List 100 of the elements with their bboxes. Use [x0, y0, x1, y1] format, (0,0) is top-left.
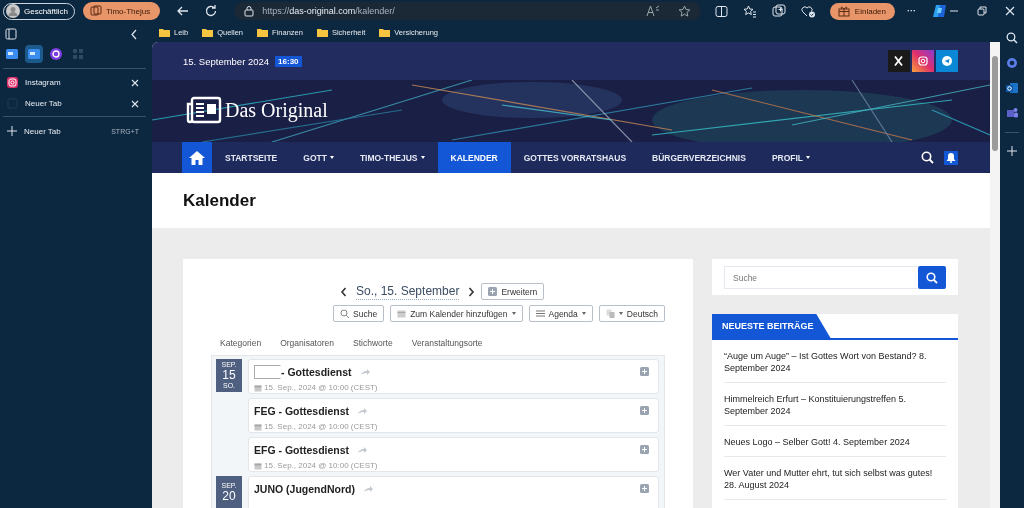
event-title[interactable]: EFG - Gottesdienst	[254, 443, 350, 456]
app-icon	[27, 46, 41, 61]
event-card[interactable]: EFG - Gottesdienst 15. Sep., 2024 @ 10:00 (CEST)	[248, 437, 659, 472]
event-card[interactable]: JUNO (JugendNord)	[248, 476, 659, 508]
url-text: https://das-original.com/kalender/	[262, 6, 395, 16]
event-card[interactable]: FEG - Gottesdienst 15. Sep., 2024 @ 10:00 (CEST)	[248, 398, 659, 433]
instagram-link[interactable]	[912, 50, 934, 72]
instagram-icon	[916, 54, 930, 68]
more-button[interactable]: ···	[905, 6, 918, 16]
event-time: 15. Sep., 2024 @ 10:00 (CEST)	[264, 422, 378, 431]
instagram-icon	[7, 77, 18, 88]
grid-icon	[71, 46, 85, 61]
folder-icon	[202, 27, 214, 37]
search-icon[interactable]	[1006, 32, 1018, 44]
add-icon[interactable]	[1007, 146, 1017, 156]
nav-item[interactable]: PROFIL	[758, 142, 824, 173]
post-entry[interactable]: Wer Vater und Mutter ehrt, tut sich selbst was gutes! 28. August 2024	[724, 457, 946, 500]
event-card[interactable]: - Gottesdienst 15. Sep., 2024 @ 10:00 (CEST)	[248, 359, 659, 394]
event-title[interactable]: - Gottesdienst	[281, 365, 352, 378]
time-badge: 16:30	[275, 55, 302, 67]
notifications-button[interactable]	[944, 150, 958, 165]
collapse-icon[interactable]	[130, 28, 138, 40]
folder-icon	[379, 27, 391, 37]
newspaper-icon	[186, 96, 222, 124]
search-button[interactable]	[918, 266, 946, 289]
filter-tab[interactable]: Stichworte	[353, 338, 393, 348]
folder-icon	[159, 27, 170, 37]
current-date[interactable]: So., 15. September	[356, 283, 460, 300]
previous-icon[interactable]	[340, 286, 347, 297]
heart-icon[interactable]	[800, 4, 816, 18]
expand-button[interactable]: Erweitern	[481, 283, 545, 300]
nav-item[interactable]: STARTSEITE	[212, 142, 291, 173]
vertical-tab[interactable]: Instagram	[0, 72, 152, 93]
search-field[interactable]: Suche	[724, 266, 918, 289]
lock-icon	[244, 5, 255, 17]
nav-item[interactable]: BÜRGERVERZEICHNIS	[639, 142, 759, 173]
copilot-icon[interactable]	[932, 4, 948, 18]
address-bar[interactable]: https://das-original.com/kalender/	[234, 2, 701, 20]
calendar-button[interactable]: Zum Kalender hinzufügen	[390, 305, 523, 322]
read-aloud-icon[interactable]	[645, 5, 660, 17]
vertical-tab[interactable]: Neuer Tab	[0, 93, 152, 114]
event-title[interactable]: FEG - Gottesdienst	[254, 404, 350, 417]
avatar-icon	[6, 4, 20, 18]
filter-tab[interactable]: Kategorien	[220, 338, 262, 348]
bell-icon	[946, 152, 956, 163]
nav-item[interactable]: TIMO-THEJUS	[346, 142, 438, 173]
favorites-icon[interactable]	[742, 4, 757, 18]
scroll-thumb[interactable]	[992, 56, 998, 151]
search-icon	[340, 309, 350, 318]
teams-icon[interactable]	[1006, 107, 1018, 119]
language-button[interactable]: Deutsch	[598, 305, 665, 322]
next-icon[interactable]	[468, 286, 476, 297]
split-screen-icon[interactable]	[714, 4, 728, 18]
star-icon[interactable]	[677, 4, 691, 18]
gift-icon	[837, 5, 850, 17]
page-title: Kalender	[183, 190, 256, 211]
home-button[interactable]	[182, 142, 212, 173]
folder-icon	[316, 27, 328, 37]
outlook-icon[interactable]	[1006, 82, 1018, 94]
folder-icon	[257, 27, 269, 37]
restore-icon[interactable]	[976, 5, 988, 17]
blank-image	[254, 364, 281, 379]
site-logo[interactable]: Das Original	[225, 98, 328, 122]
search-button[interactable]: Suche	[333, 305, 385, 322]
post-entry[interactable]: Neues Logo – Selber Gott! 4. September 2024	[724, 426, 946, 457]
copilot-icon	[49, 46, 63, 61]
search-icon[interactable]	[921, 151, 934, 164]
post-entry[interactable]: “Auge um Auge” – Ist Gottes Wort von Bestand? 8. September 2024	[724, 340, 946, 383]
collections-icon[interactable]	[771, 4, 786, 18]
workspace-button[interactable]: Timo-Thejus	[83, 2, 161, 20]
telegram-icon	[940, 54, 954, 68]
invite-button[interactable]: Einladen	[829, 2, 895, 20]
post-entry[interactable]: Himmelreich Erfurt – Konstituierungstreffen 5. September 2024	[724, 383, 946, 426]
filter-tab[interactable]: Organisatoren	[280, 338, 334, 348]
nav-item[interactable]: KALENDER	[437, 142, 511, 173]
filter-tab[interactable]: Veranstaltungsorte	[411, 338, 483, 348]
back-icon[interactable]	[176, 4, 191, 18]
close-tab-icon[interactable]	[131, 78, 139, 87]
reload-icon[interactable]	[204, 4, 219, 18]
widget-heading: NEUESTE BEITRÄGE	[712, 314, 831, 338]
workspace-icon	[90, 5, 103, 17]
scrollbar[interactable]	[990, 42, 1000, 508]
close-tab-icon[interactable]	[131, 99, 139, 108]
plus-square-icon	[488, 287, 498, 296]
event-title[interactable]: JUNO (JugendNord)	[254, 482, 355, 495]
copilot-icon[interactable]	[1006, 57, 1018, 69]
telegram-link[interactable]	[936, 50, 958, 72]
x-link[interactable]	[888, 50, 910, 72]
calendar-icon	[254, 383, 262, 392]
nav-item[interactable]: GOTT	[290, 142, 347, 173]
list-button[interactable]: Agenda	[528, 305, 593, 322]
nav-item[interactable]: GOTTES VORRATSHAUS	[510, 142, 640, 173]
close-icon[interactable]	[1004, 5, 1016, 17]
search-icon	[926, 271, 938, 284]
app-icon	[5, 46, 19, 61]
event-time: 15. Sep., 2024 @ 10:00 (CEST)	[264, 461, 378, 470]
pinned-tab[interactable]	[25, 44, 43, 63]
list-icon	[535, 309, 545, 318]
sidebar-panel-icon[interactable]	[5, 28, 17, 40]
calendar-icon	[254, 461, 262, 470]
